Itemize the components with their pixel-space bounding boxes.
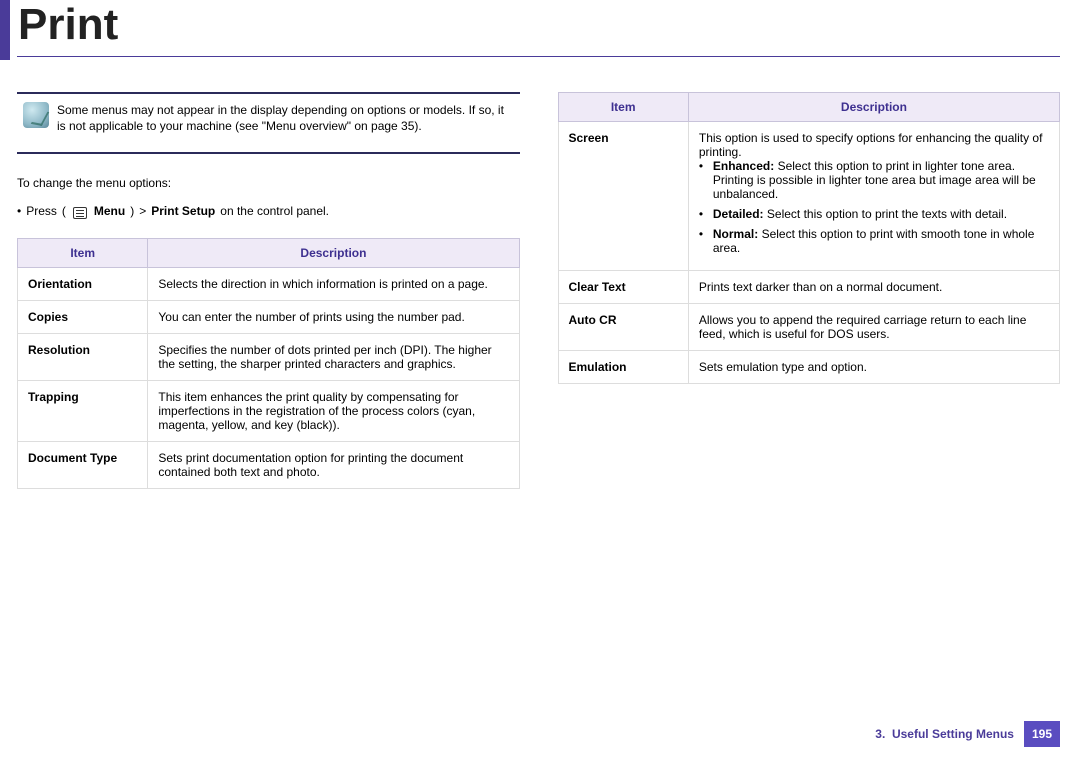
bullet-text: Normal: Select this option to print with… — [713, 227, 1049, 255]
breadcrumb-menu: Menu — [94, 204, 125, 218]
bullet-body: Select this option to print the texts wi… — [767, 207, 1007, 221]
bullet-icon: • — [699, 159, 707, 201]
menu-icon — [73, 207, 87, 219]
note-block: Some menus may not appear in the display… — [17, 92, 520, 154]
table-row: Copies You can enter the number of print… — [18, 301, 520, 334]
breadcrumb-paren-open: ( — [62, 204, 66, 218]
item-cell: Auto CR — [558, 304, 688, 351]
table-row: Screen This option is used to specify op… — [558, 122, 1060, 271]
desc-cell: Sets print documentation option for prin… — [148, 442, 519, 489]
desc-cell: Specifies the number of dots printed per… — [148, 334, 519, 381]
item-cell: Clear Text — [558, 271, 688, 304]
right-column: Item Description Screen This option is u… — [558, 92, 1061, 489]
screen-bullets: • Enhanced: Select this option to print … — [699, 159, 1049, 255]
bullet-text: Enhanced: Select this option to print in… — [713, 159, 1049, 201]
table-row: Trapping This item enhances the print qu… — [18, 381, 520, 442]
bullet-label: Enhanced: — [713, 159, 774, 173]
item-cell: Emulation — [558, 351, 688, 384]
footer-section-title: Useful Setting Menus — [892, 727, 1014, 741]
table-row: Clear Text Prints text darker than on a … — [558, 271, 1060, 304]
table-row: Resolution Specifies the number of dots … — [18, 334, 520, 381]
desc-cell: Allows you to append the required carria… — [688, 304, 1059, 351]
desc-cell: This item enhances the print quality by … — [148, 381, 519, 442]
note-icon — [23, 102, 49, 128]
item-cell: Document Type — [18, 442, 148, 489]
table-row: Auto CR Allows you to append the require… — [558, 304, 1060, 351]
options-table-left: Item Description Orientation Selects the… — [17, 238, 520, 489]
footer-section-num: 3. — [875, 727, 885, 741]
item-cell: Resolution — [18, 334, 148, 381]
desc-cell: Prints text darker than on a normal docu… — [688, 271, 1059, 304]
table-row: Emulation Sets emulation type and option… — [558, 351, 1060, 384]
bullet-label: Normal: — [713, 227, 758, 241]
title-underline — [17, 56, 1060, 57]
breadcrumb-paren-close: ) — [130, 204, 134, 218]
page-number: 195 — [1024, 721, 1060, 747]
breadcrumb-press: Press — [26, 204, 57, 218]
options-table-right: Item Description Screen This option is u… — [558, 92, 1061, 384]
item-cell: Orientation — [18, 268, 148, 301]
desc-cell: Sets emulation type and option. — [688, 351, 1059, 384]
note-text: Some menus may not appear in the display… — [57, 102, 514, 134]
table-header-row: Item Description — [558, 93, 1060, 122]
item-cell: Screen — [558, 122, 688, 271]
breadcrumb-target: Print Setup — [151, 204, 215, 218]
list-item: • Detailed: Select this option to print … — [699, 207, 1049, 221]
breadcrumb: • Press ( Menu ) > Print Setup on the co… — [17, 204, 520, 218]
intro-text: To change the menu options: — [17, 176, 520, 190]
table-row: Document Type Sets print documentation o… — [18, 442, 520, 489]
bullet-body: Select this option to print with smooth … — [713, 227, 1035, 255]
item-cell: Copies — [18, 301, 148, 334]
list-item: • Normal: Select this option to print wi… — [699, 227, 1049, 255]
desc-cell: Selects the direction in which informati… — [148, 268, 519, 301]
table-row: Orientation Selects the direction in whi… — [18, 268, 520, 301]
bullet-icon: • — [699, 227, 707, 255]
page-title: Print — [18, 0, 118, 50]
list-item: • Enhanced: Select this option to print … — [699, 159, 1049, 201]
bullet-icon: • — [17, 204, 21, 218]
footer-section: 3. Useful Setting Menus — [875, 727, 1014, 741]
col-description: Description — [688, 93, 1059, 122]
item-cell: Trapping — [18, 381, 148, 442]
bullet-text: Detailed: Select this option to print th… — [713, 207, 1007, 221]
desc-cell: You can enter the number of prints using… — [148, 301, 519, 334]
table-header-row: Item Description — [18, 239, 520, 268]
col-item: Item — [558, 93, 688, 122]
bullet-icon: • — [699, 207, 707, 221]
screen-lead: This option is used to specify options f… — [699, 131, 1049, 159]
col-item: Item — [18, 239, 148, 268]
accent-stripe — [0, 0, 10, 60]
desc-cell: This option is used to specify options f… — [688, 122, 1059, 271]
col-description: Description — [148, 239, 519, 268]
breadcrumb-sep: > — [139, 204, 146, 218]
page-footer: 3. Useful Setting Menus 195 — [875, 721, 1060, 747]
bullet-label: Detailed: — [713, 207, 764, 221]
left-column: Some menus may not appear in the display… — [17, 92, 520, 489]
breadcrumb-suffix: on the control panel. — [220, 204, 329, 218]
